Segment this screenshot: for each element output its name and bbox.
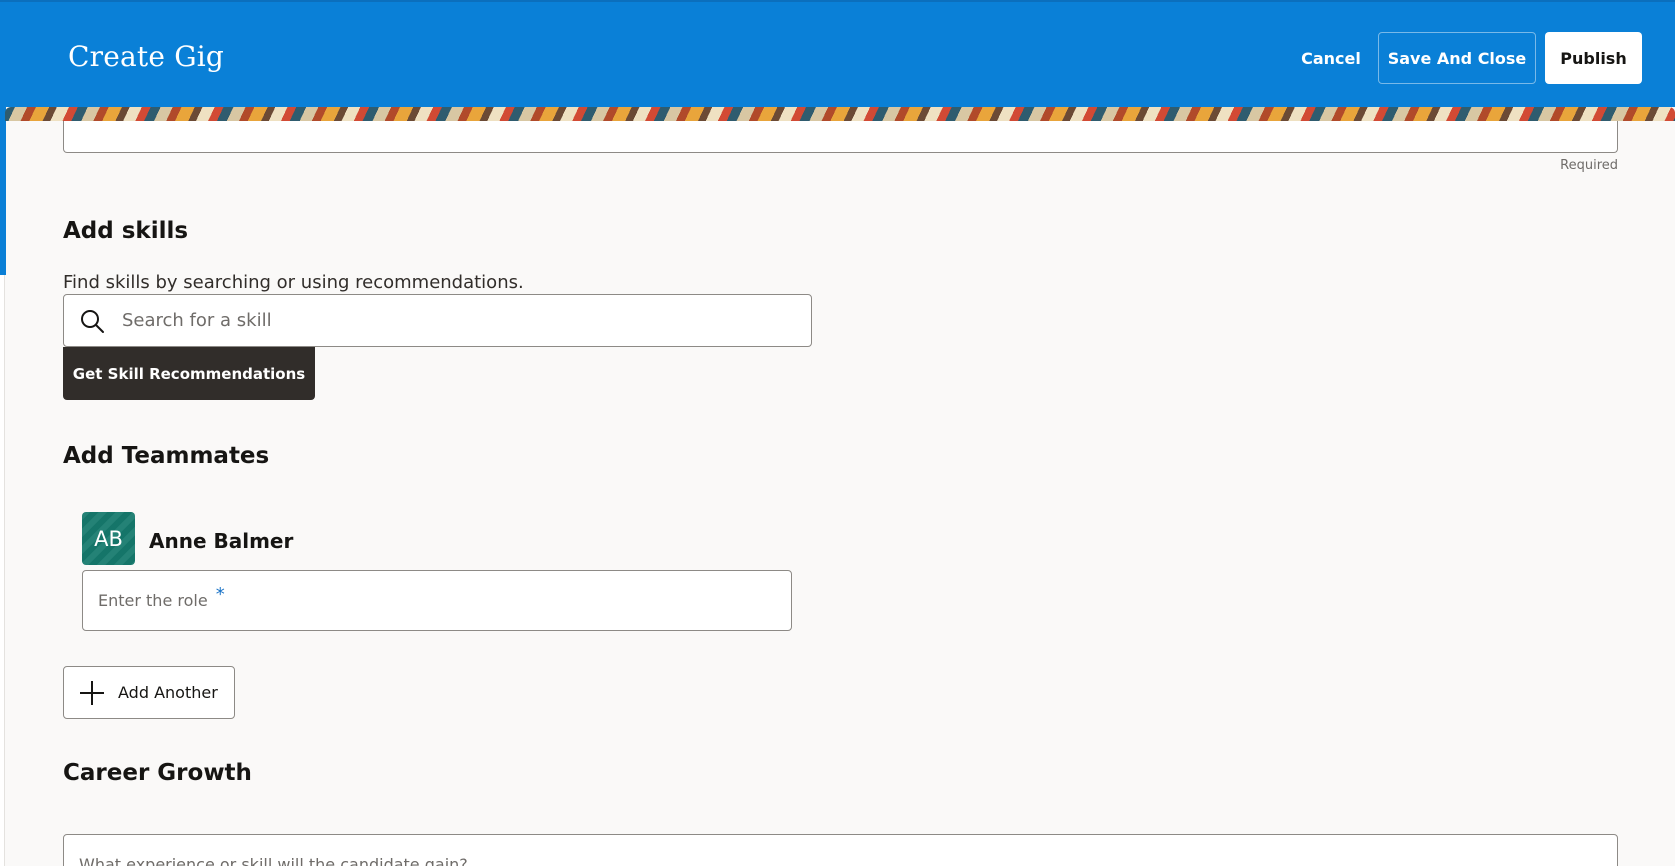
add-teammates-heading: Add Teammates bbox=[63, 443, 270, 469]
add-another-label: Add Another bbox=[118, 683, 218, 702]
skill-search-input[interactable] bbox=[120, 299, 811, 342]
plus-icon bbox=[80, 680, 104, 705]
role-input-field[interactable]: Enter the role * bbox=[82, 570, 792, 631]
skill-search-box[interactable] bbox=[63, 294, 812, 347]
add-skills-heading: Add skills bbox=[63, 218, 189, 244]
decorative-banner bbox=[5, 107, 1675, 121]
left-divider bbox=[0, 275, 5, 866]
avatar: AB bbox=[82, 512, 135, 565]
create-gig-page: Create Gig Cancel Save And Close Publish… bbox=[0, 0, 1675, 866]
required-hint: Required bbox=[1560, 158, 1618, 173]
save-and-close-button[interactable]: Save And Close bbox=[1378, 32, 1536, 84]
career-growth-heading: Career Growth bbox=[63, 760, 252, 786]
search-icon bbox=[81, 309, 104, 333]
teammate-name: Anne Balmer bbox=[149, 529, 294, 553]
publish-button[interactable]: Publish bbox=[1545, 32, 1642, 84]
career-growth-placeholder: What experience or skill will the candid… bbox=[79, 855, 468, 866]
skills-helper-text: Find skills by searching or using recomm… bbox=[63, 272, 524, 293]
page-title: Create Gig bbox=[68, 40, 225, 73]
get-skill-recommendations-button[interactable]: Get Skill Recommendations bbox=[63, 347, 315, 400]
page-header: Create Gig Cancel Save And Close Publish bbox=[0, 0, 1675, 107]
add-another-button[interactable]: Add Another bbox=[63, 666, 235, 719]
career-growth-field[interactable]: What experience or skill will the candid… bbox=[63, 834, 1618, 866]
cancel-button[interactable]: Cancel bbox=[1276, 32, 1386, 84]
role-placeholder: Enter the role bbox=[98, 591, 208, 610]
required-marker: * bbox=[215, 584, 225, 605]
